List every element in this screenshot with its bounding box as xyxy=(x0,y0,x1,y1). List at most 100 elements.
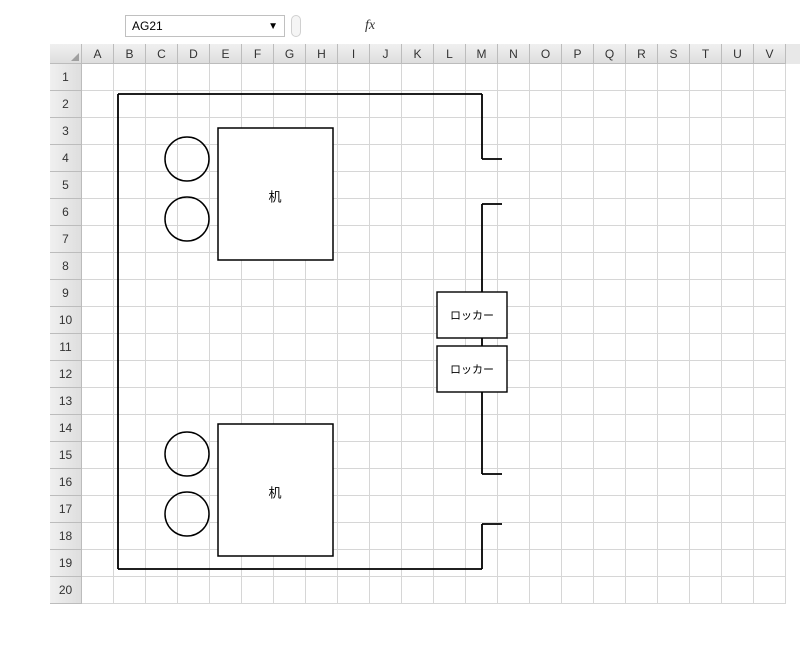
cell[interactable] xyxy=(338,64,370,91)
cell[interactable] xyxy=(338,496,370,523)
cell[interactable] xyxy=(210,334,242,361)
cell[interactable] xyxy=(210,496,242,523)
cell[interactable] xyxy=(306,199,338,226)
cell[interactable] xyxy=(466,415,498,442)
cell[interactable] xyxy=(530,145,562,172)
cell[interactable] xyxy=(626,64,658,91)
cell[interactable] xyxy=(754,226,786,253)
cell[interactable] xyxy=(306,442,338,469)
row-header[interactable]: 16 xyxy=(50,469,82,496)
cell[interactable] xyxy=(434,91,466,118)
column-header[interactable]: H xyxy=(306,44,338,64)
cell[interactable] xyxy=(114,496,146,523)
cell[interactable] xyxy=(274,361,306,388)
cell[interactable] xyxy=(594,280,626,307)
cell[interactable] xyxy=(242,64,274,91)
cell[interactable] xyxy=(754,550,786,577)
cell[interactable] xyxy=(562,550,594,577)
chevron-down-icon[interactable]: ▼ xyxy=(268,21,278,32)
cell[interactable] xyxy=(338,388,370,415)
cell[interactable] xyxy=(626,91,658,118)
cell[interactable] xyxy=(466,91,498,118)
column-header[interactable]: E xyxy=(210,44,242,64)
cell[interactable] xyxy=(466,334,498,361)
cell[interactable] xyxy=(498,496,530,523)
cell[interactable] xyxy=(722,550,754,577)
cell[interactable] xyxy=(530,172,562,199)
cell[interactable] xyxy=(626,523,658,550)
cell[interactable] xyxy=(242,145,274,172)
cell[interactable] xyxy=(82,64,114,91)
cell[interactable] xyxy=(82,91,114,118)
cell[interactable] xyxy=(690,172,722,199)
cell[interactable] xyxy=(82,550,114,577)
cell[interactable] xyxy=(210,280,242,307)
cell[interactable] xyxy=(722,280,754,307)
column-header[interactable]: F xyxy=(242,44,274,64)
cell[interactable] xyxy=(242,442,274,469)
cell[interactable] xyxy=(242,307,274,334)
cell[interactable] xyxy=(370,199,402,226)
cell[interactable] xyxy=(82,388,114,415)
cell[interactable] xyxy=(626,550,658,577)
cell[interactable] xyxy=(370,442,402,469)
cell[interactable] xyxy=(146,145,178,172)
cell[interactable] xyxy=(658,550,690,577)
cell[interactable] xyxy=(562,307,594,334)
cell[interactable] xyxy=(562,64,594,91)
cell[interactable] xyxy=(82,145,114,172)
cell[interactable] xyxy=(82,199,114,226)
cell[interactable] xyxy=(402,91,434,118)
cell[interactable] xyxy=(626,172,658,199)
cell[interactable] xyxy=(466,118,498,145)
cell[interactable] xyxy=(306,523,338,550)
cell[interactable] xyxy=(498,226,530,253)
cell[interactable] xyxy=(594,145,626,172)
cell[interactable] xyxy=(370,334,402,361)
cell[interactable] xyxy=(274,415,306,442)
cell[interactable] xyxy=(434,361,466,388)
cell[interactable] xyxy=(690,253,722,280)
cell[interactable] xyxy=(594,253,626,280)
cell[interactable] xyxy=(82,307,114,334)
cell[interactable] xyxy=(434,253,466,280)
cell[interactable] xyxy=(498,550,530,577)
cell[interactable] xyxy=(594,523,626,550)
cell[interactable] xyxy=(338,172,370,199)
cell[interactable] xyxy=(242,280,274,307)
cell[interactable] xyxy=(306,469,338,496)
cell[interactable] xyxy=(530,523,562,550)
cell[interactable] xyxy=(210,388,242,415)
cell[interactable] xyxy=(434,496,466,523)
cell[interactable] xyxy=(82,226,114,253)
column-header[interactable]: A xyxy=(82,44,114,64)
cell[interactable] xyxy=(658,442,690,469)
cell[interactable] xyxy=(722,145,754,172)
cell[interactable] xyxy=(274,280,306,307)
cell[interactable] xyxy=(562,415,594,442)
cell[interactable] xyxy=(306,91,338,118)
cell[interactable] xyxy=(114,415,146,442)
cell[interactable] xyxy=(146,496,178,523)
cell[interactable] xyxy=(338,361,370,388)
cell[interactable] xyxy=(690,64,722,91)
cell[interactable] xyxy=(466,226,498,253)
cell[interactable] xyxy=(242,523,274,550)
cell[interactable] xyxy=(562,199,594,226)
cell[interactable] xyxy=(402,550,434,577)
cell[interactable] xyxy=(722,253,754,280)
cell[interactable] xyxy=(434,550,466,577)
row-header[interactable]: 14 xyxy=(50,415,82,442)
cell[interactable] xyxy=(82,523,114,550)
cell[interactable] xyxy=(114,226,146,253)
cell[interactable] xyxy=(434,334,466,361)
row-header[interactable]: 2 xyxy=(50,91,82,118)
cell[interactable] xyxy=(690,496,722,523)
cell[interactable] xyxy=(82,253,114,280)
cell[interactable] xyxy=(658,199,690,226)
row-header[interactable]: 8 xyxy=(50,253,82,280)
cell[interactable] xyxy=(754,361,786,388)
cell[interactable] xyxy=(562,496,594,523)
cell[interactable] xyxy=(146,253,178,280)
cell[interactable] xyxy=(306,361,338,388)
